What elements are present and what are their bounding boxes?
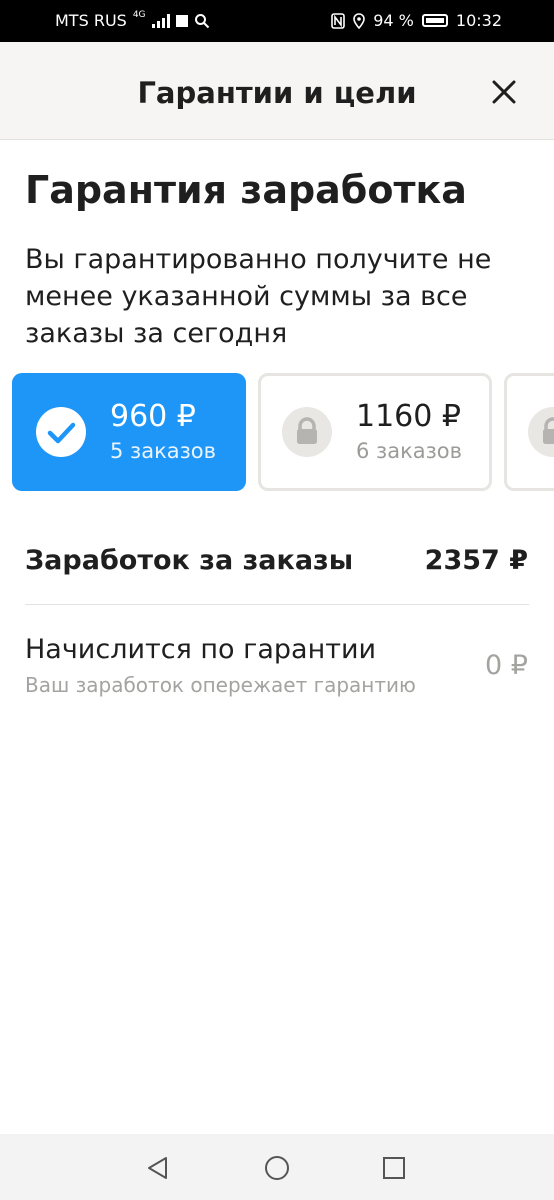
lock-icon [528, 407, 554, 457]
guarantee-option-selected[interactable]: 960 ₽ 5 заказов [12, 373, 246, 491]
clock: 10:32 [455, 11, 502, 30]
guarantee-accrual-note: Ваш заработок опережает гарантию [25, 673, 416, 697]
battery-icon [421, 14, 448, 27]
guarantee-accrual-value: 0 ₽ [485, 650, 528, 681]
close-icon[interactable] [490, 78, 518, 106]
carrier-label: MTS RUS [55, 11, 127, 30]
lock-icon [282, 407, 332, 457]
option-amount: 1160 ₽ [356, 399, 461, 434]
option-amount: 960 ₽ [110, 399, 196, 434]
divider [25, 604, 529, 605]
orders-earnings-label: Заработок за заказы [25, 545, 354, 576]
orders-earnings-value: 2357 ₽ [424, 545, 528, 576]
recent-square-icon[interactable] [380, 1154, 408, 1182]
status-bar: MTS RUS 4G 94 % 10:32 [0, 0, 554, 42]
guarantee-accrual-label: Начислится по гарантии [25, 634, 377, 665]
search-icon [194, 13, 209, 28]
home-circle-icon[interactable] [263, 1154, 291, 1182]
guarantee-option-locked[interactable]: 1160 ₽ 6 заказов [258, 373, 492, 491]
guarantee-options: 960 ₽ 5 заказов 1160 ₽ 6 заказов [12, 373, 554, 493]
back-triangle-icon[interactable] [144, 1154, 172, 1182]
app-notification-icon [175, 14, 188, 27]
app-header: Гарантии и цели [0, 42, 554, 140]
guarantee-option-locked-partial[interactable] [504, 373, 554, 491]
status-bar-right: 94 % 10:32 [331, 11, 502, 30]
section-title: Гарантия заработка [25, 168, 467, 212]
status-bar-left: MTS RUS 4G [55, 9, 210, 30]
header-title: Гарантии и цели [137, 76, 417, 110]
system-nav-bar [0, 1134, 554, 1200]
signal-icon [151, 13, 170, 28]
check-icon [36, 407, 86, 457]
network-type: 4G [132, 9, 146, 20]
battery-percent: 94 % [373, 11, 414, 30]
section-description: Вы гарантированно получите не менее указ… [25, 244, 492, 349]
location-icon [353, 12, 366, 29]
nfc-icon [331, 12, 346, 29]
option-orders: 6 заказов [356, 439, 463, 463]
option-orders: 5 заказов [110, 439, 217, 463]
